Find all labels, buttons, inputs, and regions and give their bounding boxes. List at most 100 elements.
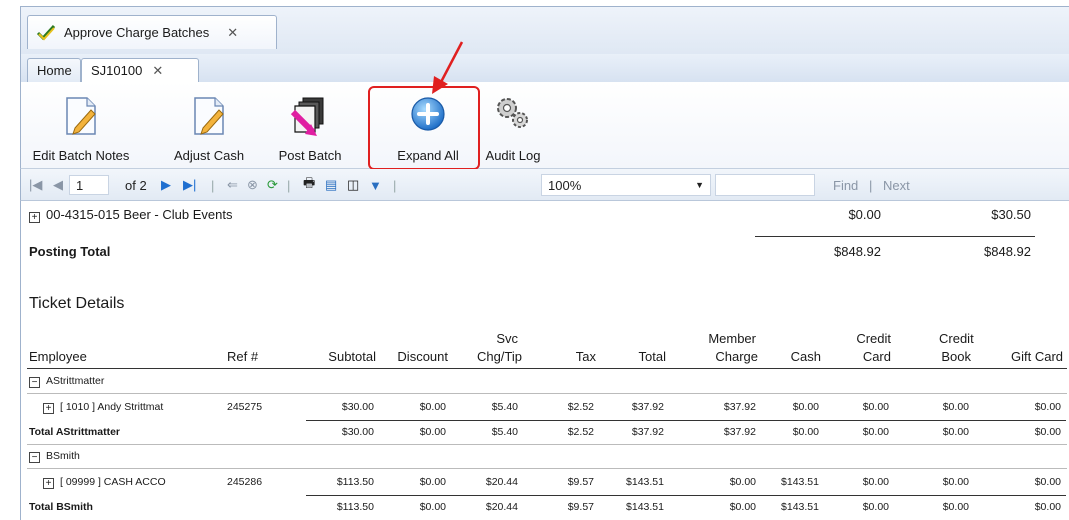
zoom-select[interactable]: 100% ▼ <box>541 174 711 196</box>
col-member-top: Member <box>708 331 756 346</box>
next-button[interactable]: Next <box>883 175 910 195</box>
account-col1: $0.00 <box>848 207 881 222</box>
row-divider <box>27 444 1067 445</box>
audit-log-button[interactable]: Audit Log <box>481 82 545 169</box>
cell-tax: $9.57 <box>567 476 594 488</box>
expand-icon[interactable]: + <box>43 478 54 489</box>
post-batch-icon <box>290 97 324 136</box>
cell-gift-card: $0.00 <box>1034 501 1061 513</box>
print-icon[interactable]: 🖶 <box>303 175 315 195</box>
back-icon[interactable]: ⇐ <box>227 175 238 195</box>
cell-member: $0.00 <box>729 501 756 513</box>
cell-cash: $143.51 <box>781 476 819 488</box>
group-total-label: Total BSmith <box>29 501 93 513</box>
cell-subtotal: $30.00 <box>341 401 374 413</box>
cell-gift-card: $0.00 <box>1034 401 1061 413</box>
ticket-label: [ 1010 ] Andy Strittmat <box>60 401 164 413</box>
cell-member: $37.92 <box>723 401 756 413</box>
edit-notes-icon <box>66 97 96 135</box>
page-setup-icon[interactable]: ◫ <box>347 175 359 195</box>
cell-total: $143.51 <box>626 501 664 513</box>
collapse-icon[interactable]: − <box>29 377 40 388</box>
stop-icon[interactable]: ⊗ <box>247 175 258 195</box>
cell-svc: $20.44 <box>485 501 518 513</box>
export-icon[interactable]: ▼ <box>369 175 382 195</box>
cell-total: $37.92 <box>631 401 664 413</box>
cell-cash: $0.00 <box>792 426 819 438</box>
cell-subtotal: $113.50 <box>336 476 374 488</box>
tab-approve-charge-batches[interactable]: Approve Charge Batches ✕ <box>27 15 277 49</box>
chevron-down-icon: ▼ <box>695 180 704 190</box>
col-credit-book-bottom: Book <box>941 349 971 364</box>
gears-icon <box>497 98 528 128</box>
cell-cash: $143.51 <box>781 501 819 513</box>
page-number-input[interactable]: 1 <box>69 175 109 195</box>
section-title: Ticket Details <box>29 295 125 312</box>
tab-home-label: Home <box>37 63 72 78</box>
cell-discount: $0.00 <box>419 426 446 438</box>
next-page-icon[interactable]: ▶ <box>161 175 171 195</box>
ticket-ref: 245286 <box>227 476 263 488</box>
tab-home[interactable]: Home <box>27 58 81 82</box>
posting-total-label: Posting Total <box>29 244 111 259</box>
cell-credit-card: $0.00 <box>862 501 889 513</box>
previous-page-icon[interactable]: ◀ <box>53 175 63 195</box>
separator: | <box>869 177 873 193</box>
close-icon[interactable]: ✕ <box>227 25 238 41</box>
close-icon[interactable]: ✕ <box>152 63 163 79</box>
account-row[interactable]: +00-4315-015 Beer - Club Events <box>29 207 232 223</box>
table-row[interactable]: + [ 09999 ] CASH ACCO <box>43 476 166 489</box>
tab-sj10100[interactable]: SJ10100 ✕ <box>81 58 199 82</box>
find-input[interactable] <box>715 174 815 196</box>
row-divider <box>27 393 1067 394</box>
first-page-icon[interactable]: |◀ <box>29 175 42 195</box>
zoom-value: 100% <box>548 177 582 193</box>
refresh-icon[interactable]: ⟳ <box>267 175 278 195</box>
subtotal-divider <box>306 420 1066 421</box>
cell-member: $37.92 <box>723 426 756 438</box>
report-area: +00-4315-015 Beer - Club Events $0.00 $3… <box>20 201 1069 520</box>
cell-total: $143.51 <box>626 476 664 488</box>
find-button[interactable]: Find <box>833 175 858 195</box>
group-header[interactable]: − AStrittmatter <box>29 375 104 388</box>
collapse-icon[interactable]: − <box>29 452 40 463</box>
col-credit-card-top: Credit <box>856 331 891 346</box>
toolbar: Edit Batch Notes Adjust Cash Post Batch <box>20 82 1069 169</box>
edit-batch-notes-button[interactable]: Edit Batch Notes <box>25 82 137 169</box>
cell-credit-card: $0.00 <box>862 426 889 438</box>
col-gift-card: Gift Card <box>1010 349 1063 364</box>
col-discount: Discount <box>397 349 448 364</box>
col-subtotal: Subtotal <box>328 349 376 364</box>
cell-gift-card: $0.00 <box>1034 426 1061 438</box>
cell-credit-book: $0.00 <box>942 476 969 488</box>
separator: | <box>211 177 215 193</box>
cell-svc: $20.44 <box>485 476 518 488</box>
account-label: 00-4315-015 Beer - Club Events <box>46 207 233 222</box>
cell-svc: $5.40 <box>491 401 518 413</box>
print-layout-icon[interactable]: ▤ <box>325 175 337 195</box>
expand-icon[interactable]: + <box>43 403 54 414</box>
last-page-icon[interactable]: ▶| <box>183 175 196 195</box>
edit-batch-notes-label: Edit Batch Notes <box>32 148 130 163</box>
cell-credit-book: $0.00 <box>942 501 969 513</box>
tab-sj10100-label: SJ10100 <box>91 63 143 78</box>
group-name: BSmith <box>46 450 80 462</box>
account-col2: $30.50 <box>991 207 1031 222</box>
expand-icon[interactable]: + <box>29 212 40 223</box>
group-header[interactable]: − BSmith <box>29 450 80 463</box>
adjust-cash-button[interactable]: Adjust Cash <box>163 82 255 169</box>
tab-label: Approve Charge Batches <box>64 25 210 40</box>
col-svc-top: Svc <box>496 331 518 346</box>
col-credit-card-bottom: Card <box>862 349 891 364</box>
cell-subtotal: $113.50 <box>336 501 374 513</box>
separator: | <box>393 177 397 193</box>
group-name: AStrittmatter <box>46 375 105 387</box>
cell-total: $37.92 <box>631 426 664 438</box>
cell-tax: $2.52 <box>567 401 594 413</box>
cell-tax: $9.57 <box>567 501 594 513</box>
audit-log-label: Audit Log <box>485 148 541 163</box>
cell-subtotal: $30.00 <box>341 426 374 438</box>
table-row[interactable]: + [ 1010 ] Andy Strittmat <box>43 401 163 414</box>
cell-tax: $2.52 <box>567 426 594 438</box>
post-batch-button[interactable]: Post Batch <box>269 82 351 169</box>
